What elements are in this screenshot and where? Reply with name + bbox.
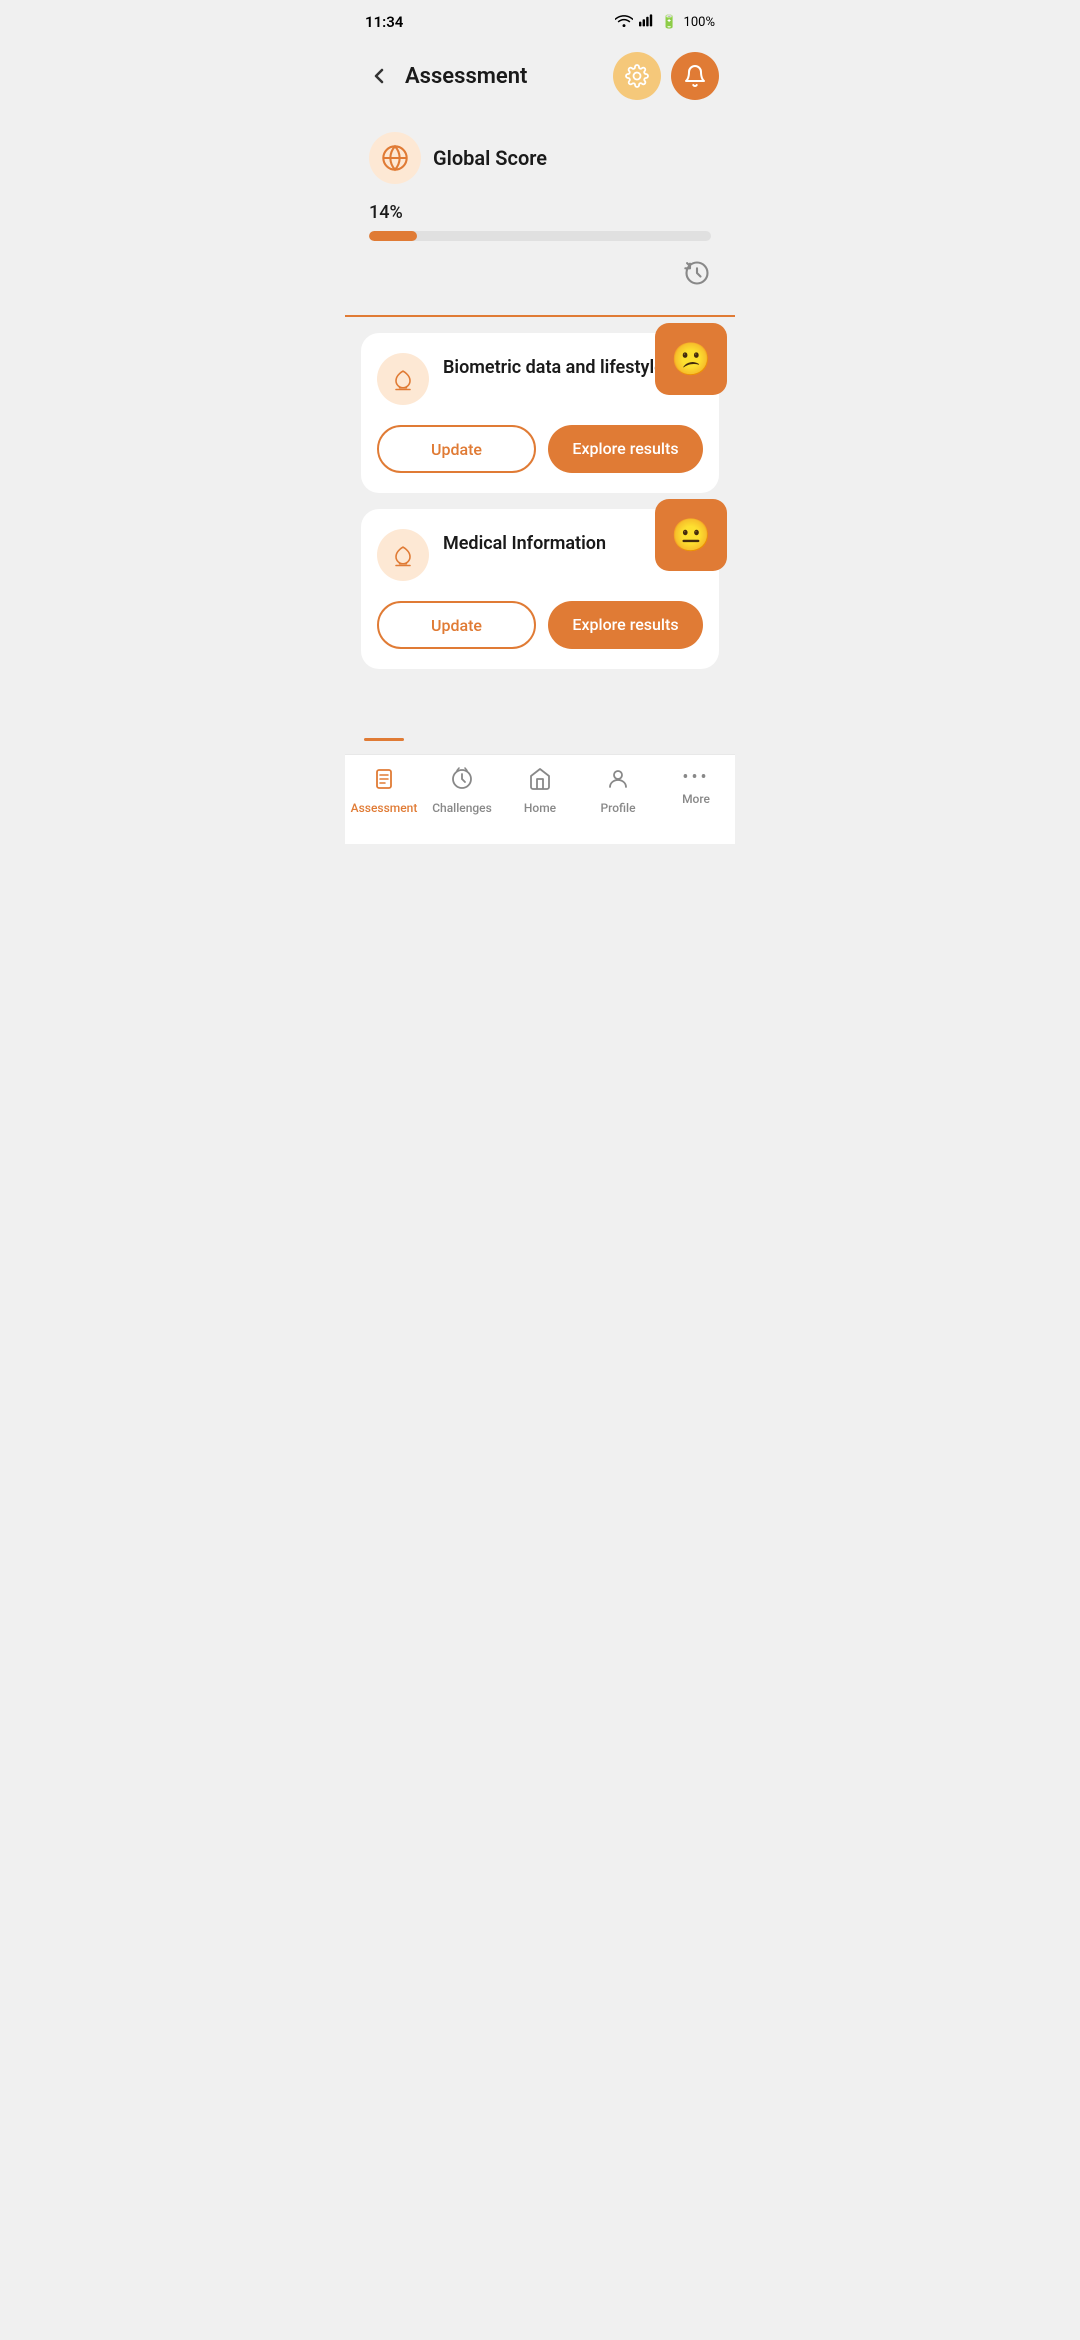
status-time: 11:34 xyxy=(365,13,403,31)
score-percent: 14% xyxy=(369,202,711,223)
medical-card-buttons: Update Explore results xyxy=(377,601,703,649)
challenges-nav-icon xyxy=(450,767,474,797)
profile-nav-icon xyxy=(606,767,630,797)
biometric-icon xyxy=(377,353,429,405)
cards-section: Biometric data and lifestyle 😕 Update Ex… xyxy=(345,317,735,669)
gear-button[interactable] xyxy=(613,52,661,100)
back-button[interactable] xyxy=(361,58,397,94)
more-nav-label: More xyxy=(682,792,710,806)
biometric-card: Biometric data and lifestyle 😕 Update Ex… xyxy=(361,333,719,493)
global-score-label: Global Score xyxy=(433,146,547,170)
history-icon[interactable] xyxy=(683,259,711,291)
medical-icon xyxy=(377,529,429,581)
challenges-nav-label: Challenges xyxy=(432,801,492,815)
biometric-update-button[interactable]: Update xyxy=(377,425,536,473)
app-header: Assessment xyxy=(345,44,735,112)
battery-percent: 100% xyxy=(684,15,715,30)
medical-card-header: Medical Information 😐 xyxy=(377,529,703,581)
nav-item-more[interactable]: ••• More xyxy=(657,767,735,806)
assessment-nav-label: Assessment xyxy=(351,801,418,815)
nav-item-home[interactable]: Home xyxy=(501,767,579,815)
medical-card: Medical Information 😐 Update Explore res… xyxy=(361,509,719,669)
bell-button[interactable] xyxy=(671,52,719,100)
globe-icon xyxy=(369,132,421,184)
medical-explore-button[interactable]: Explore results xyxy=(548,601,703,649)
header-icons xyxy=(613,52,719,100)
history-icon-row xyxy=(369,259,711,291)
status-bar: 11:34 🔋 100% xyxy=(345,0,735,44)
medical-emoji-badge: 😐 xyxy=(655,499,727,571)
biometric-card-header: Biometric data and lifestyle 😕 xyxy=(377,353,703,405)
biometric-emoji: 😕 xyxy=(671,340,711,378)
medical-update-button[interactable]: Update xyxy=(377,601,536,649)
progress-bar xyxy=(369,231,711,241)
nav-item-challenges[interactable]: Challenges xyxy=(423,767,501,815)
global-score-section: Global Score 14% xyxy=(345,112,735,315)
bottom-nav: Assessment Challenges Home xyxy=(345,754,735,844)
page-title: Assessment xyxy=(405,64,613,89)
home-nav-icon xyxy=(528,767,552,797)
profile-nav-label: Profile xyxy=(600,801,635,815)
biometric-emoji-badge: 😕 xyxy=(655,323,727,395)
assessment-nav-icon xyxy=(372,767,396,797)
wifi-icon xyxy=(615,13,633,31)
nav-item-profile[interactable]: Profile xyxy=(579,767,657,815)
status-icons: 🔋 100% xyxy=(615,13,715,31)
progress-bar-fill xyxy=(369,231,417,241)
more-nav-icon: ••• xyxy=(682,767,709,788)
nav-item-assessment[interactable]: Assessment xyxy=(345,767,423,815)
medical-emoji: 😐 xyxy=(671,516,711,554)
signal-icon xyxy=(639,13,655,31)
battery-icon: 🔋 xyxy=(661,15,677,30)
biometric-card-buttons: Update Explore results xyxy=(377,425,703,473)
global-score-label-row: Global Score xyxy=(369,132,711,184)
biometric-explore-button[interactable]: Explore results xyxy=(548,425,703,473)
home-nav-label: Home xyxy=(524,801,556,815)
